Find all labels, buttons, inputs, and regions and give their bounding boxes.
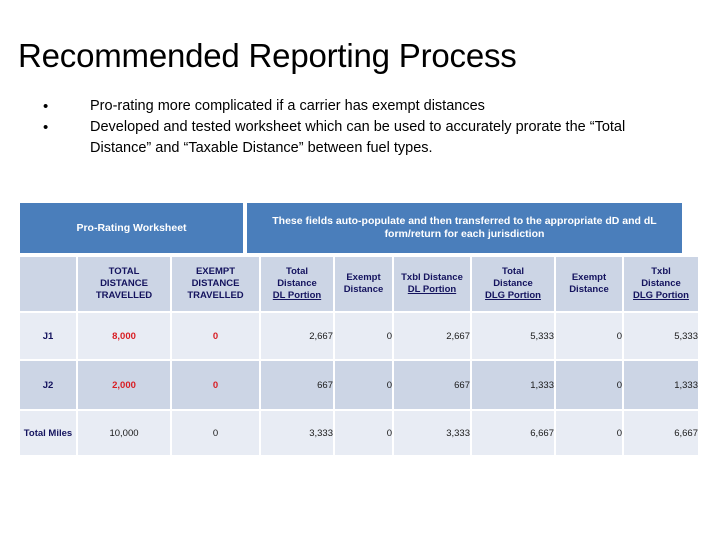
table-total-row: Total Miles 10,000 0 3,333 0 3,333 6,667… xyxy=(20,411,698,455)
column-header-corner xyxy=(20,257,76,311)
hdr-line: Txbl Distance xyxy=(401,272,463,283)
hdr-line: Exempt xyxy=(346,272,381,283)
hdr-line: TRAVELLED xyxy=(187,290,244,301)
distance-table: TOTAL DISTANCE TRAVELLED EXEMPT DISTANCE… xyxy=(18,255,700,457)
pro-rating-worksheet: Pro-Rating Worksheet These fields auto-p… xyxy=(20,203,698,457)
cell-txbl-distance-dl: 3,333 xyxy=(394,411,470,455)
cell-txbl-distance-dlg: 5,333 xyxy=(624,313,698,359)
cell-total-distance-dl: 667 xyxy=(261,361,333,409)
hdr-line: EXEMPT xyxy=(195,266,236,277)
cell-txbl-distance-dlg: 6,667 xyxy=(624,411,698,455)
hdr-line-underlined: DL Portion xyxy=(407,284,457,295)
cell-txbl-distance-dl: 2,667 xyxy=(394,313,470,359)
column-header-exempt-distance-dlg: Exempt Distance xyxy=(556,257,622,311)
hdr-line: Txbl xyxy=(651,266,671,277)
cell-exempt-distance-dlg: 0 xyxy=(556,313,622,359)
cell-total-distance-travelled[interactable]: 2,000 xyxy=(78,361,170,409)
hdr-line: TOTAL xyxy=(108,266,140,277)
worksheet-title-band: Pro-Rating Worksheet xyxy=(20,203,243,253)
hdr-line: Total xyxy=(286,266,308,277)
cell-exempt-distance-travelled[interactable]: 0 xyxy=(172,313,259,359)
hdr-line: Exempt xyxy=(571,272,607,283)
hdr-line: TRAVELLED xyxy=(95,290,153,301)
list-item: • Pro-rating more complicated if a carri… xyxy=(30,96,690,117)
hdr-line: Total xyxy=(502,266,524,277)
hdr-line: Distance xyxy=(493,278,533,289)
table-row: J1 8,000 0 2,667 0 2,667 5,333 0 5,333 xyxy=(20,313,698,359)
cell-exempt-distance-travelled: 0 xyxy=(172,411,259,455)
hdr-line-underlined: DLG Portion xyxy=(633,290,689,301)
cell-txbl-distance-dlg: 1,333 xyxy=(624,361,698,409)
cell-exempt-distance-dl: 0 xyxy=(335,361,392,409)
hdr-line: DISTANCE xyxy=(191,278,240,289)
cell-total-distance-dl: 2,667 xyxy=(261,313,333,359)
cell-exempt-distance-travelled[interactable]: 0 xyxy=(172,361,259,409)
column-header-txbl-distance-dlg: Txbl Distance DLG Portion xyxy=(624,257,698,311)
table-header-row: TOTAL DISTANCE TRAVELLED EXEMPT DISTANCE… xyxy=(20,257,698,311)
cell-exempt-distance-dlg: 0 xyxy=(556,361,622,409)
table-row: J2 2,000 0 667 0 667 1,333 0 1,333 xyxy=(20,361,698,409)
worksheet-banner-row: Pro-Rating Worksheet These fields auto-p… xyxy=(20,203,682,253)
column-header-exempt-distance-travelled: EXEMPT DISTANCE TRAVELLED xyxy=(172,257,259,311)
bullet-marker-icon: • xyxy=(43,119,49,136)
bullet-marker-icon: • xyxy=(43,98,49,115)
column-header-total-distance-dlg: Total Distance DLG Portion xyxy=(472,257,554,311)
cell-total-distance-travelled: 10,000 xyxy=(78,411,170,455)
cell-exempt-distance-dlg: 0 xyxy=(556,411,622,455)
bullet-text: Pro-rating more complicated if a carrier… xyxy=(90,98,485,114)
hdr-line: Distance xyxy=(343,284,384,295)
cell-exempt-distance-dl: 0 xyxy=(335,313,392,359)
cell-total-distance-travelled[interactable]: 8,000 xyxy=(78,313,170,359)
bullet-list: • Pro-rating more complicated if a carri… xyxy=(30,96,690,159)
page-title: Recommended Reporting Process xyxy=(18,37,517,74)
bullet-text: Developed and tested worksheet which can… xyxy=(90,119,626,156)
auto-populate-note-band: These fields auto-populate and then tran… xyxy=(247,203,682,253)
column-header-total-distance-dl: Total Distance DL Portion xyxy=(261,257,333,311)
hdr-line: DISTANCE xyxy=(100,278,148,289)
cell-txbl-distance-dl: 667 xyxy=(394,361,470,409)
column-header-txbl-distance-dl: Txbl Distance DL Portion xyxy=(394,257,470,311)
hdr-line-underlined: DLG Portion xyxy=(485,290,541,301)
column-header-total-distance-travelled: TOTAL DISTANCE TRAVELLED xyxy=(78,257,170,311)
cell-total-distance-dlg: 5,333 xyxy=(472,313,554,359)
column-header-exempt-distance-dl: Exempt Distance xyxy=(335,257,392,311)
cell-total-distance-dl: 3,333 xyxy=(261,411,333,455)
cell-total-distance-dlg: 6,667 xyxy=(472,411,554,455)
row-label-total: Total Miles xyxy=(20,411,76,455)
hdr-line-underlined: DL Portion xyxy=(272,290,322,301)
hdr-line: Distance xyxy=(277,278,317,289)
hdr-line: Distance xyxy=(569,284,609,295)
hdr-line: Distance xyxy=(641,278,681,289)
row-label: J1 xyxy=(20,313,76,359)
list-item: • Developed and tested worksheet which c… xyxy=(30,117,690,159)
cell-exempt-distance-dl: 0 xyxy=(335,411,392,455)
cell-total-distance-dlg: 1,333 xyxy=(472,361,554,409)
row-label: J2 xyxy=(20,361,76,409)
